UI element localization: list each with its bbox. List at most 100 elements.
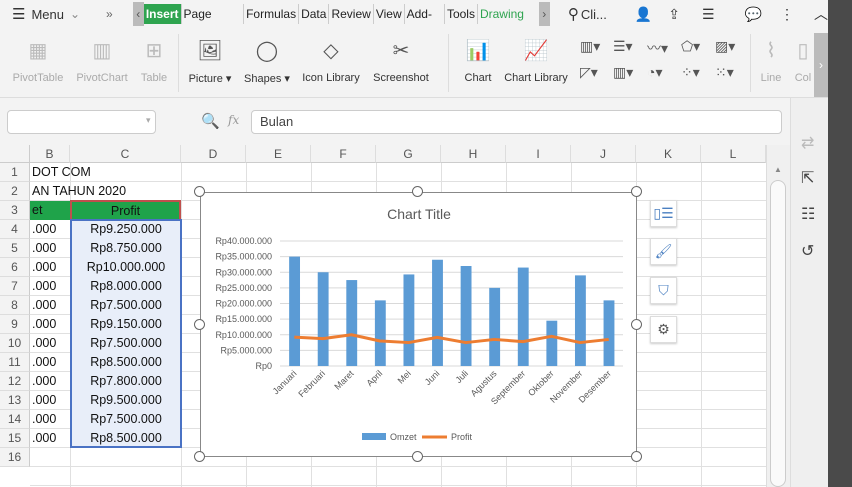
- cell-profit[interactable]: Rp9.150.000: [72, 315, 180, 334]
- cell-omzet[interactable]: .000: [32, 296, 56, 315]
- tab-data[interactable]: Data: [299, 4, 330, 24]
- resize-handle[interactable]: [412, 186, 423, 197]
- cell-profit[interactable]: Rp10.000.000: [72, 258, 180, 277]
- scatter-chart-icon[interactable]: ⁘▾: [681, 64, 700, 81]
- chart-filter-button[interactable]: ⛉: [650, 277, 677, 304]
- zoom-formula-icon[interactable]: 🔍: [201, 112, 220, 130]
- row-header[interactable]: 4: [0, 220, 30, 239]
- icon-library-button[interactable]: ◇ Icon Library: [298, 36, 364, 85]
- area-chart-icon[interactable]: ◸▾: [580, 64, 598, 81]
- menu-button[interactable]: Menu: [31, 7, 64, 22]
- table-button[interactable]: ⊞ Table: [136, 36, 172, 85]
- row-header[interactable]: 15: [0, 429, 30, 448]
- cell-title[interactable]: DOT COM: [32, 163, 91, 182]
- row-header[interactable]: 11: [0, 353, 30, 372]
- resize-handle[interactable]: [631, 186, 642, 197]
- cell-profit[interactable]: Rp8.750.000: [72, 239, 180, 258]
- shapes-button[interactable]: ◯ Shapes ▾: [240, 36, 294, 86]
- vertical-scrollbar[interactable]: ▲: [766, 145, 790, 487]
- row-header[interactable]: 3: [0, 201, 30, 220]
- tab-formulas[interactable]: Formulas: [244, 4, 300, 24]
- bar-chart-icon[interactable]: ☰▾: [613, 38, 633, 55]
- resize-handle[interactable]: [631, 451, 642, 462]
- column-header-L[interactable]: L: [701, 145, 766, 163]
- column-chart-icon[interactable]: ▥▾: [580, 38, 600, 55]
- pivot-table-button[interactable]: ▦ PivotTable: [8, 36, 68, 85]
- cell-profit[interactable]: Rp7.500.000: [72, 296, 180, 315]
- row-header[interactable]: 16: [0, 448, 30, 467]
- cell-omzet[interactable]: .000: [32, 315, 56, 334]
- resize-handle[interactable]: [194, 186, 205, 197]
- property-sliders-icon[interactable]: ☷: [801, 204, 815, 224]
- row-header[interactable]: 1: [0, 163, 30, 182]
- add-user-icon[interactable]: 👤: [635, 6, 652, 23]
- radar-chart-icon[interactable]: ⬠▾: [681, 38, 700, 55]
- tab-view[interactable]: View: [374, 4, 405, 24]
- stock-chart-icon[interactable]: ▨▾: [715, 38, 735, 55]
- cell-omzet[interactable]: .000: [32, 258, 56, 277]
- tab-page-layout[interactable]: Page Layout: [182, 4, 245, 41]
- fx-label[interactable]: fx: [228, 113, 239, 127]
- column-header-J[interactable]: J: [571, 145, 636, 163]
- combo-chart-icon[interactable]: ▥▾: [613, 64, 633, 81]
- row-header[interactable]: 6: [0, 258, 30, 277]
- tab-scroll-left[interactable]: ‹: [132, 2, 144, 26]
- share-icon[interactable]: ⇪: [668, 6, 680, 23]
- search-button[interactable]: Cli...: [581, 7, 607, 22]
- more-options-icon[interactable]: ⋮: [780, 6, 794, 23]
- cell-omzet[interactable]: .000: [32, 429, 56, 448]
- column-header-F[interactable]: F: [311, 145, 376, 163]
- column-header-B[interactable]: B: [30, 145, 70, 163]
- scroll-up-icon[interactable]: ▲: [774, 165, 782, 174]
- chart[interactable]: Chart Title Rp0 Rp5.000.000 Rp10.000.000 Rp1…: [200, 192, 637, 457]
- tab-tools[interactable]: Tools: [445, 4, 478, 24]
- resize-handle[interactable]: [194, 451, 205, 462]
- bubble-chart-icon[interactable]: ⁙▾: [715, 64, 734, 81]
- scrollbar-thumb[interactable]: [770, 180, 786, 487]
- chart-styles-button[interactable]: 🖌: [650, 238, 677, 265]
- cell-profit[interactable]: Rp9.250.000: [72, 220, 180, 239]
- collapse-ribbon-icon[interactable]: ︿: [814, 4, 828, 24]
- chart-settings-button[interactable]: ⚙: [650, 316, 677, 343]
- screenshot-button[interactable]: ✂ Screenshot: [370, 36, 432, 85]
- history-icon[interactable]: ↺: [801, 241, 814, 261]
- column-header-I[interactable]: I: [506, 145, 571, 163]
- cell-subtitle[interactable]: AN TAHUN 2020: [32, 182, 126, 201]
- resize-handle[interactable]: [194, 319, 205, 330]
- cell-omzet[interactable]: .000: [32, 391, 56, 410]
- sparkline-line-button[interactable]: ⌇ Line: [756, 36, 786, 85]
- select-all-corner[interactable]: [0, 145, 30, 163]
- pie-chart-icon[interactable]: ◔▾: [647, 64, 662, 81]
- cell-omzet[interactable]: .000: [32, 277, 56, 296]
- chart-elements-button[interactable]: ▯☰: [650, 200, 677, 227]
- cell-profit[interactable]: Rp7.500.000: [72, 410, 180, 429]
- formula-input[interactable]: Bulan: [251, 110, 782, 134]
- more-tabs-button[interactable]: »: [106, 7, 113, 21]
- cell-omzet[interactable]: .000: [32, 239, 56, 258]
- row-header[interactable]: 2: [0, 182, 30, 201]
- column-header-E[interactable]: E: [246, 145, 311, 163]
- column-header-C[interactable]: C: [70, 145, 181, 163]
- tab-add-ins[interactable]: Add-Ins: [405, 4, 445, 41]
- hamburger-icon[interactable]: ☰: [12, 5, 25, 23]
- cell-omzet[interactable]: .000: [32, 334, 56, 353]
- cell-profit[interactable]: Rp7.500.000: [72, 334, 180, 353]
- row-header[interactable]: 8: [0, 296, 30, 315]
- cell-omzet[interactable]: .000: [32, 220, 56, 239]
- sparkline-column-button[interactable]: ▯ Col: [792, 36, 814, 85]
- cell-profit[interactable]: Rp9.500.000: [72, 391, 180, 410]
- cell-omzet[interactable]: .000: [32, 410, 56, 429]
- select-cursor-icon[interactable]: ⇱: [801, 168, 814, 188]
- column-header-D[interactable]: D: [181, 145, 246, 163]
- chart-button[interactable]: 📊 Chart: [460, 36, 496, 85]
- cell-omzet[interactable]: .000: [32, 353, 56, 372]
- row-header[interactable]: 12: [0, 372, 30, 391]
- column-header-K[interactable]: K: [636, 145, 701, 163]
- comment-icon[interactable]: 💬: [745, 6, 762, 23]
- comment-panel-icon[interactable]: ☰: [702, 6, 715, 23]
- row-header[interactable]: 7: [0, 277, 30, 296]
- line-chart-icon[interactable]: 〰▾: [647, 38, 668, 58]
- row-header[interactable]: 10: [0, 334, 30, 353]
- cell-profit[interactable]: Rp8.500.000: [72, 353, 180, 372]
- ribbon-scroll-right[interactable]: ›: [814, 33, 828, 97]
